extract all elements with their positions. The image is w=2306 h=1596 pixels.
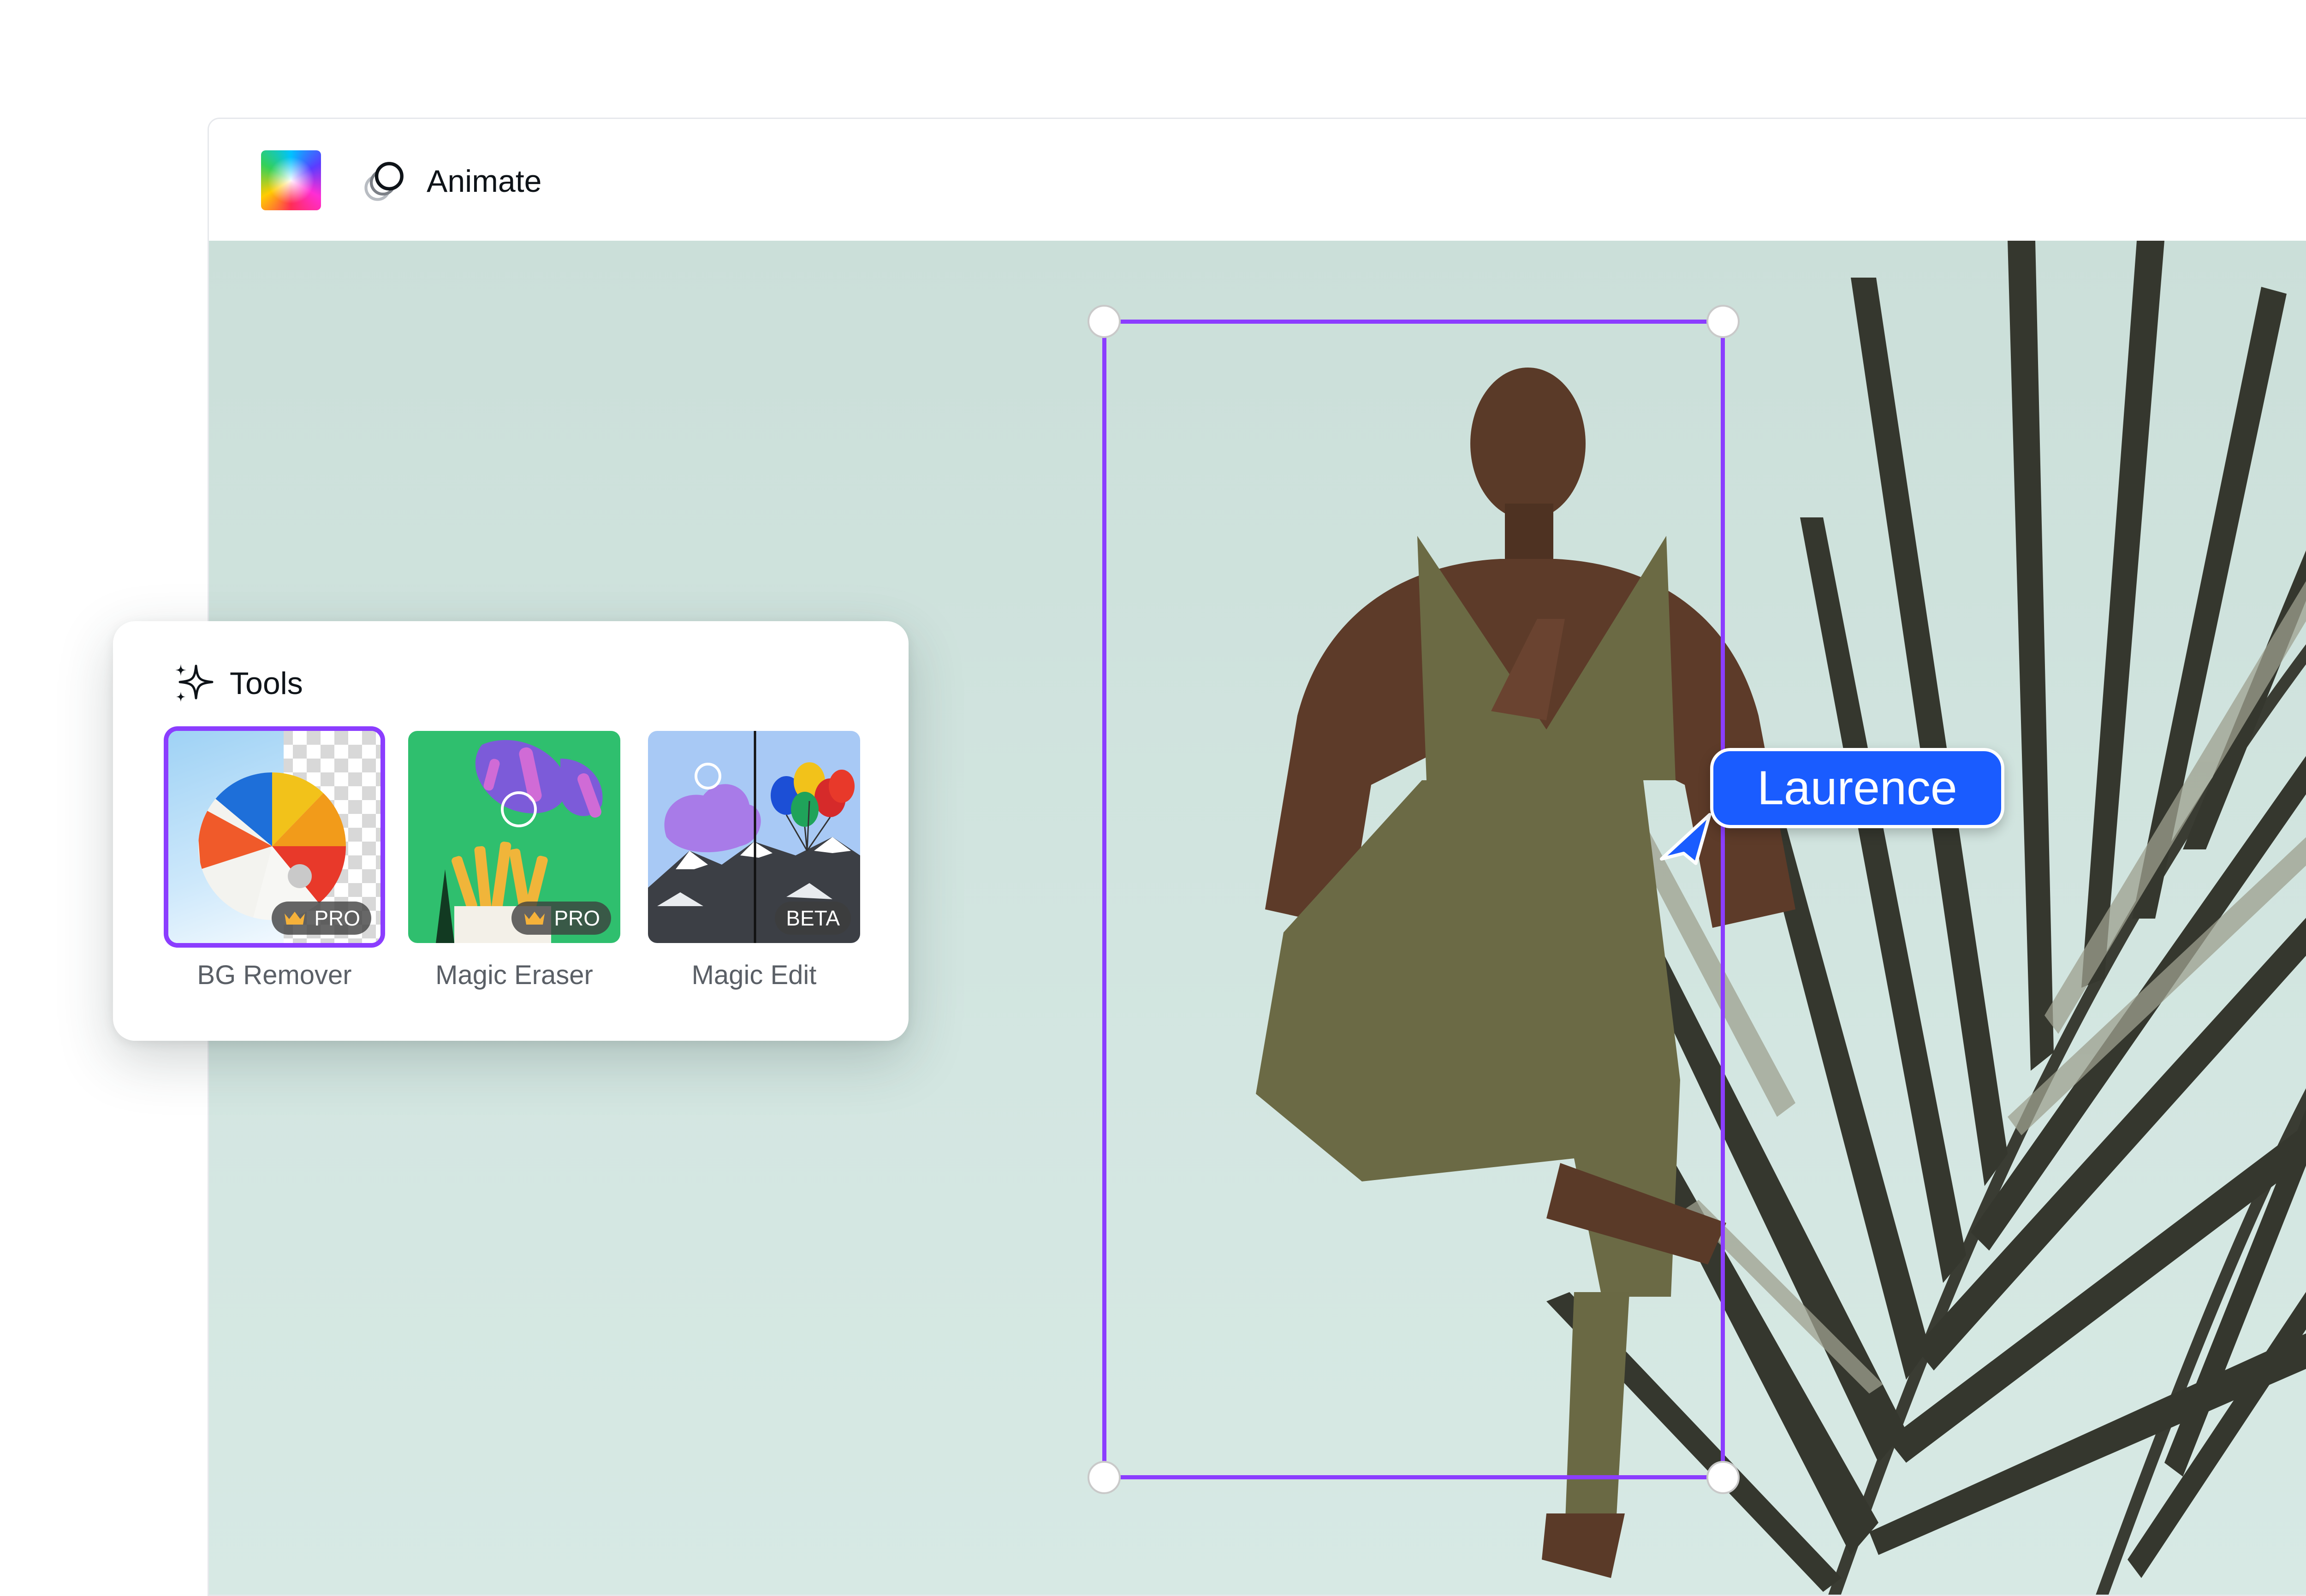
tool-bg-remover[interactable]: PRO BG Remover: [168, 731, 380, 991]
badge-text: BETA: [786, 906, 840, 930]
tools-title: Tools: [230, 666, 303, 701]
magic-edit-thumbnail[interactable]: BETA: [648, 731, 860, 943]
collaborator-cursor-icon: [1660, 813, 1712, 865]
crown-icon: [285, 912, 305, 925]
resize-handle-top-right[interactable]: [1706, 305, 1740, 338]
beta-badge: BETA: [775, 902, 851, 935]
collaborator-name-tag: Laurence: [1710, 748, 2004, 828]
tool-label: BG Remover: [197, 960, 352, 990]
tools-header: Tools: [171, 660, 303, 706]
magic-eraser-thumbnail[interactable]: PRO: [408, 731, 620, 943]
resize-handle-bottom-right[interactable]: [1706, 1461, 1740, 1494]
resize-handle-bottom-left[interactable]: [1088, 1461, 1121, 1494]
tool-label: Magic Edit: [691, 960, 817, 990]
sparkle-icon: [175, 664, 214, 702]
selection-frame[interactable]: [1088, 305, 1740, 1494]
color-picker-icon[interactable]: [261, 150, 321, 210]
badge-text: PRO: [554, 906, 600, 930]
resize-handle-top-left[interactable]: [1088, 305, 1121, 338]
pro-badge: PRO: [272, 902, 371, 935]
top-toolbar: Animate: [209, 119, 2306, 243]
tool-magic-edit[interactable]: BETA Magic Edit: [648, 731, 860, 991]
tool-magic-eraser[interactable]: PRO Magic Eraser: [408, 731, 620, 991]
badge-text: PRO: [314, 906, 360, 930]
bg-remover-thumbnail[interactable]: PRO: [168, 731, 380, 943]
collaborator-name: Laurence: [1757, 761, 1957, 815]
animate-button-label[interactable]: Animate: [427, 163, 541, 200]
crown-icon: [524, 912, 545, 925]
tool-label: Magic Eraser: [435, 960, 593, 990]
animate-icon[interactable]: [361, 156, 410, 204]
tools-panel: Tools PRO BG Remover PRO Magic Eraser BE…: [113, 621, 909, 1041]
pro-badge: PRO: [511, 902, 611, 935]
